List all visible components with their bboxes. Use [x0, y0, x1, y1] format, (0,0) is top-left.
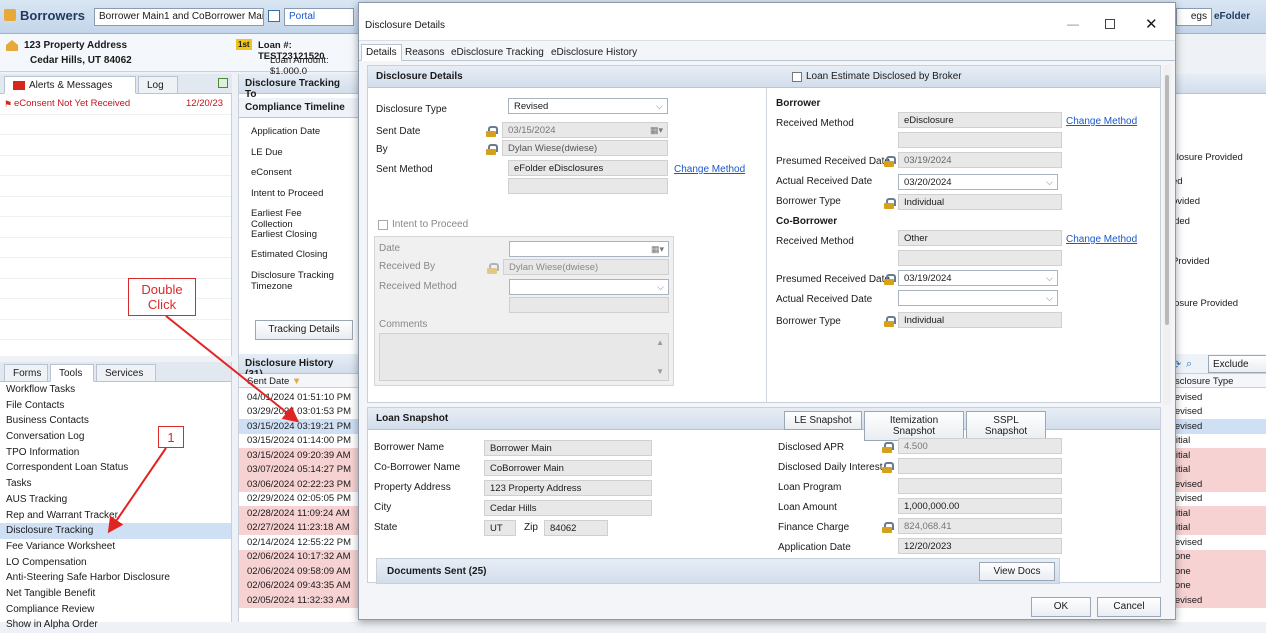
arrow-to-history-row	[165, 315, 300, 423]
annotation-arrows	[107, 315, 300, 534]
arrow-to-disclosure-tracking	[107, 447, 167, 534]
